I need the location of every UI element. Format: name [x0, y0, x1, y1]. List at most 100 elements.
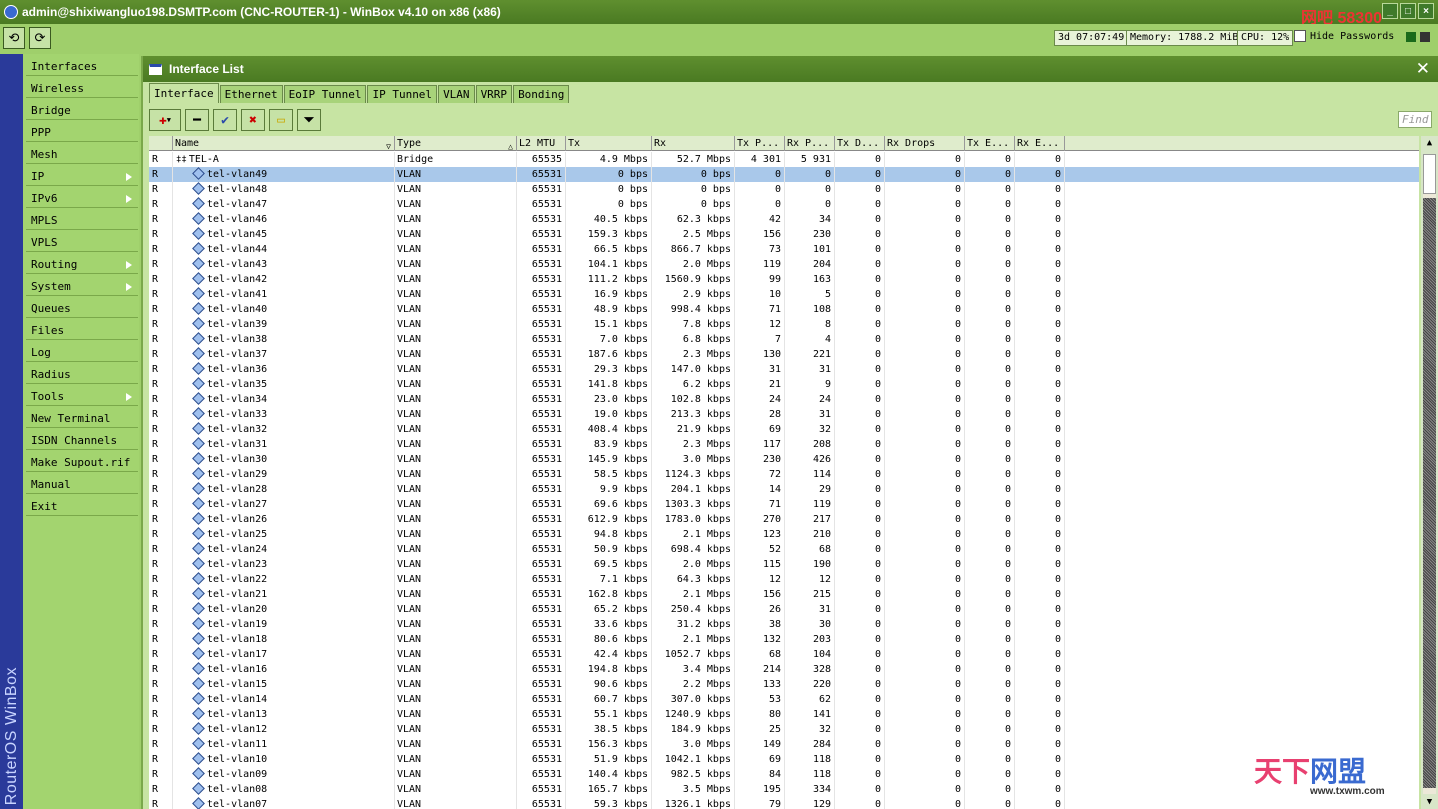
- column-header[interactable]: Rx E...: [1015, 136, 1065, 151]
- table-row[interactable]: Rtel-vlan36 VLAN 65531 29.3 kbps 147.0 kbps 3…: [149, 362, 1419, 377]
- table-row[interactable]: Rtel-vlan20 VLAN 65531 65.2 kbps 250.4 kbps 2…: [149, 602, 1419, 617]
- tab-bonding[interactable]: Bonding: [513, 85, 570, 103]
- table-row[interactable]: Rtel-vlan07 VLAN 65531 59.3 kbps 1326.1 kbps…: [149, 797, 1419, 809]
- table-row[interactable]: Rtel-vlan26 VLAN 65531 612.9 kbps 1783.0 kbp…: [149, 512, 1419, 527]
- scroll-thumb[interactable]: [1423, 154, 1436, 194]
- menu-item-ppp[interactable]: PPP: [26, 122, 138, 142]
- add-button[interactable]: ✚ ▼: [149, 109, 181, 131]
- tab-vrrp[interactable]: VRRP: [475, 85, 513, 103]
- table-row[interactable]: R ‡‡ TEL-A Bridge 65535 4.9 Mbps 52.7 Mbps 4 30…: [149, 152, 1419, 167]
- table-row[interactable]: Rtel-vlan28 VLAN 65531 9.9 kbps 204.1 kbps 14…: [149, 482, 1419, 497]
- column-header[interactable]: Rx Drops: [885, 136, 965, 151]
- table-row[interactable]: Rtel-vlan09 VLAN 65531 140.4 kbps 982.5 kbps…: [149, 767, 1419, 782]
- column-header[interactable]: Tx: [566, 136, 652, 151]
- menu-item-log[interactable]: Log: [26, 342, 138, 362]
- column-header[interactable]: Type △: [395, 136, 517, 151]
- table-row[interactable]: Rtel-vlan25 VLAN 65531 94.8 kbps 2.1 Mbps 123…: [149, 527, 1419, 542]
- close-icon[interactable]: ×: [1418, 3, 1434, 19]
- scroll-up-icon[interactable]: ▲: [1421, 136, 1438, 150]
- table-row[interactable]: Rtel-vlan17 VLAN 65531 42.4 kbps 1052.7 kbps…: [149, 647, 1419, 662]
- menu-item-system[interactable]: System: [26, 276, 138, 296]
- table-row[interactable]: Rtel-vlan41 VLAN 65531 16.9 kbps 2.9 kbps 10 5…: [149, 287, 1419, 302]
- menu-item-mesh[interactable]: Mesh: [26, 144, 138, 164]
- table-row[interactable]: Rtel-vlan42 VLAN 65531 111.2 kbps 1560.9 kbp…: [149, 272, 1419, 287]
- hide-passwords-checkbox[interactable]: [1294, 30, 1306, 42]
- table-row[interactable]: Rtel-vlan18 VLAN 65531 80.6 kbps 2.1 Mbps 132…: [149, 632, 1419, 647]
- table-row[interactable]: Rtel-vlan38 VLAN 65531 7.0 kbps 6.8 kbps 7 4 0 0…: [149, 332, 1419, 347]
- table-row[interactable]: Rtel-vlan21 VLAN 65531 162.8 kbps 2.1 Mbps 15…: [149, 587, 1419, 602]
- table-row[interactable]: Rtel-vlan44 VLAN 65531 66.5 kbps 866.7 kbps 7…: [149, 242, 1419, 257]
- table-row[interactable]: Rtel-vlan11 VLAN 65531 156.3 kbps 3.0 Mbps 14…: [149, 737, 1419, 752]
- column-header[interactable]: Tx E...: [965, 136, 1015, 151]
- menu-item-files[interactable]: Files: [26, 320, 138, 340]
- menu-item-interfaces[interactable]: Interfaces: [26, 56, 138, 76]
- menu-item-tools[interactable]: Tools: [26, 386, 138, 406]
- table-row[interactable]: Rtel-vlan37 VLAN 65531 187.6 kbps 2.3 Mbps 13…: [149, 347, 1419, 362]
- table-row[interactable]: Rtel-vlan14 VLAN 65531 60.7 kbps 307.0 kbps 5…: [149, 692, 1419, 707]
- column-header[interactable]: Name ▽: [173, 136, 395, 151]
- remove-button[interactable]: ━: [185, 109, 209, 131]
- filter-button[interactable]: ⏷: [297, 109, 321, 131]
- table-row[interactable]: Rtel-vlan43 VLAN 65531 104.1 kbps 2.0 Mbps 11…: [149, 257, 1419, 272]
- find-input[interactable]: Find: [1398, 111, 1432, 128]
- disable-button[interactable]: ✖: [241, 109, 265, 131]
- table-row[interactable]: Rtel-vlan39 VLAN 65531 15.1 kbps 7.8 kbps 12 8…: [149, 317, 1419, 332]
- table-row[interactable]: Rtel-vlan24 VLAN 65531 50.9 kbps 698.4 kbps 5…: [149, 542, 1419, 557]
- table-row[interactable]: Rtel-vlan22 VLAN 65531 7.1 kbps 64.3 kbps 12 1…: [149, 572, 1419, 587]
- table-row[interactable]: Rtel-vlan40 VLAN 65531 48.9 kbps 998.4 kbps 7…: [149, 302, 1419, 317]
- tab-eoip-tunnel[interactable]: EoIP Tunnel: [283, 85, 367, 103]
- enable-button[interactable]: ✔: [213, 109, 237, 131]
- table-row[interactable]: Rtel-vlan34 VLAN 65531 23.0 kbps 102.8 kbps 2…: [149, 392, 1419, 407]
- table-row[interactable]: Rtel-vlan27 VLAN 65531 69.6 kbps 1303.3 kbps…: [149, 497, 1419, 512]
- tab-ethernet[interactable]: Ethernet: [219, 85, 283, 103]
- minimize-icon[interactable]: _: [1382, 3, 1398, 19]
- redo-button[interactable]: ⟳: [29, 27, 51, 49]
- column-header[interactable]: Rx: [652, 136, 735, 151]
- tab-vlan[interactable]: VLAN: [438, 85, 475, 103]
- table-row[interactable]: Rtel-vlan12 VLAN 65531 38.5 kbps 184.9 kbps 2…: [149, 722, 1419, 737]
- table-row[interactable]: Rtel-vlan47 VLAN 65531 0 bps 0 bps 0 0 0 0 0 0: [149, 197, 1419, 212]
- table-row[interactable]: Rtel-vlan08 VLAN 65531 165.7 kbps 3.5 Mbps 19…: [149, 782, 1419, 797]
- table-row[interactable]: Rtel-vlan48 VLAN 65531 0 bps 0 bps 0 0 0 0 0 0: [149, 182, 1419, 197]
- table-row[interactable]: Rtel-vlan13 VLAN 65531 55.1 kbps 1240.9 kbps…: [149, 707, 1419, 722]
- table-row[interactable]: Rtel-vlan33 VLAN 65531 19.0 kbps 213.3 kbps 2…: [149, 407, 1419, 422]
- menu-item-wireless[interactable]: Wireless: [26, 78, 138, 98]
- vertical-scrollbar[interactable]: ▲ ▼: [1421, 136, 1438, 809]
- menu-item-bridge[interactable]: Bridge: [26, 100, 138, 120]
- table-row[interactable]: Rtel-vlan29 VLAN 65531 58.5 kbps 1124.3 kbps…: [149, 467, 1419, 482]
- table-row[interactable]: Rtel-vlan19 VLAN 65531 33.6 kbps 31.2 kbps 38…: [149, 617, 1419, 632]
- menu-item-vpls[interactable]: VPLS: [26, 232, 138, 252]
- table-row[interactable]: Rtel-vlan45 VLAN 65531 159.3 kbps 2.5 Mbps 15…: [149, 227, 1419, 242]
- column-header[interactable]: Rx P...: [785, 136, 835, 151]
- menu-item-isdn-channels[interactable]: ISDN Channels: [26, 430, 138, 450]
- table-row[interactable]: Rtel-vlan46 VLAN 65531 40.5 kbps 62.3 kbps 42…: [149, 212, 1419, 227]
- column-header[interactable]: [149, 136, 173, 151]
- menu-item-ip[interactable]: IP: [26, 166, 138, 186]
- table-row[interactable]: Rtel-vlan23 VLAN 65531 69.5 kbps 2.0 Mbps 115…: [149, 557, 1419, 572]
- menu-item-manual[interactable]: Manual: [26, 474, 138, 494]
- column-header[interactable]: Tx P...: [735, 136, 785, 151]
- table-row[interactable]: Rtel-vlan49 VLAN 65531 0 bps 0 bps 0 0 0 0 0 0: [149, 167, 1419, 182]
- menu-item-ipv6[interactable]: IPv6: [26, 188, 138, 208]
- undo-button[interactable]: ⟲: [3, 27, 25, 49]
- menu-item-radius[interactable]: Radius: [26, 364, 138, 384]
- table-row[interactable]: Rtel-vlan30 VLAN 65531 145.9 kbps 3.0 Mbps 23…: [149, 452, 1419, 467]
- hide-passwords-toggle[interactable]: Hide Passwords: [1294, 30, 1394, 42]
- menu-item-mpls[interactable]: MPLS: [26, 210, 138, 230]
- column-header[interactable]: Tx D...: [835, 136, 885, 151]
- tab-interface[interactable]: Interface: [149, 83, 219, 103]
- menu-item-make-supout-rif[interactable]: Make Supout.rif: [26, 452, 138, 472]
- table-row[interactable]: Rtel-vlan31 VLAN 65531 83.9 kbps 2.3 Mbps 117…: [149, 437, 1419, 452]
- column-header[interactable]: L2 MTU: [517, 136, 566, 151]
- tab-ip-tunnel[interactable]: IP Tunnel: [367, 85, 438, 103]
- menu-item-exit[interactable]: Exit: [26, 496, 138, 516]
- table-row[interactable]: Rtel-vlan16 VLAN 65531 194.8 kbps 3.4 Mbps 21…: [149, 662, 1419, 677]
- comment-button[interactable]: ▭: [269, 109, 293, 131]
- maximize-icon[interactable]: □: [1400, 3, 1416, 19]
- table-row[interactable]: Rtel-vlan32 VLAN 65531 408.4 kbps 21.9 kbps 6…: [149, 422, 1419, 437]
- scroll-down-icon[interactable]: ▼: [1421, 795, 1438, 809]
- menu-item-queues[interactable]: Queues: [26, 298, 138, 318]
- table-row[interactable]: Rtel-vlan10 VLAN 65531 51.9 kbps 1042.1 kbps…: [149, 752, 1419, 767]
- menu-item-new-terminal[interactable]: New Terminal: [26, 408, 138, 428]
- close-icon[interactable]: ✕: [1416, 59, 1430, 79]
